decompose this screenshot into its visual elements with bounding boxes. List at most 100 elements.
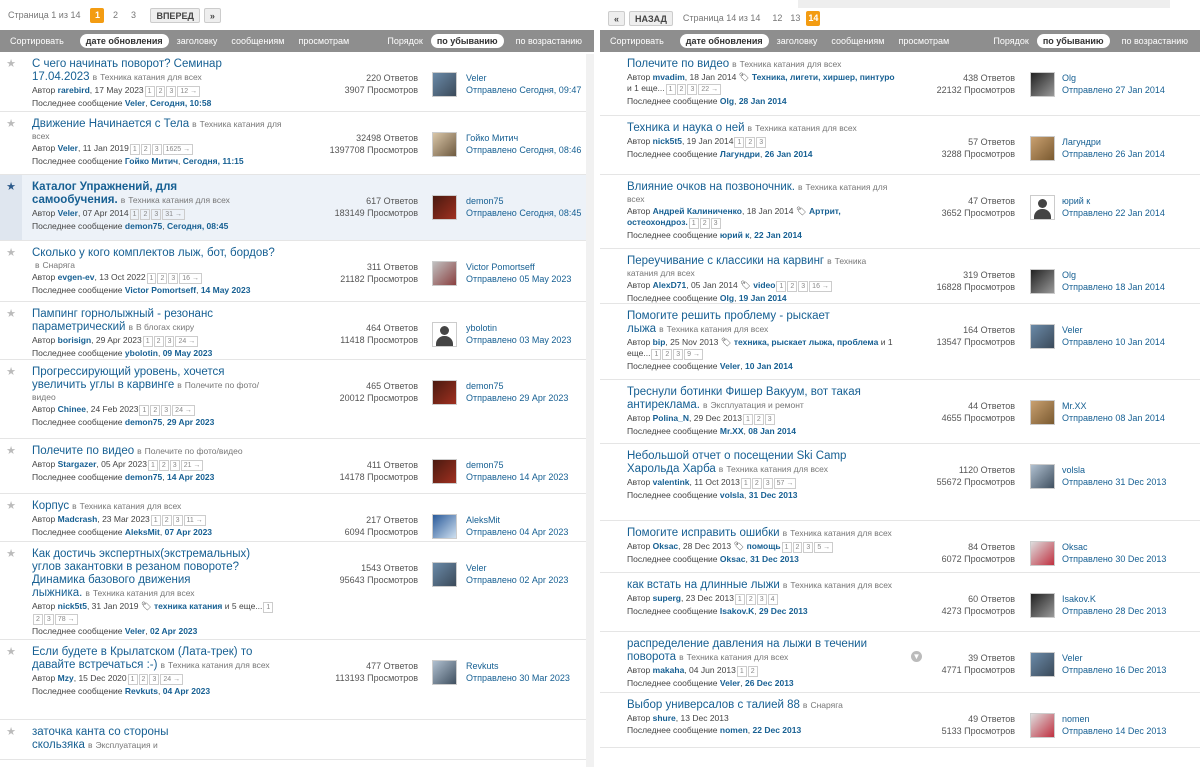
- avatar[interactable]: [432, 562, 457, 587]
- avatar[interactable]: [1030, 593, 1055, 618]
- last-poster-link[interactable]: юрий к: [1062, 196, 1090, 206]
- author-link[interactable]: Veler: [58, 208, 78, 218]
- last-poster-link[interactable]: Olg: [1062, 73, 1076, 83]
- topic-page-link[interactable]: 1: [263, 602, 274, 613]
- last-post-user[interactable]: Olg: [720, 293, 734, 303]
- topic-page-link[interactable]: 2: [747, 666, 758, 677]
- topic-page-link[interactable]: 3: [166, 86, 177, 97]
- topic-page-link[interactable]: 3: [172, 515, 183, 526]
- author-link[interactable]: shure: [653, 713, 676, 723]
- sort-by-views[interactable]: просмотрам: [293, 34, 356, 48]
- sort-by-views[interactable]: просмотрам: [893, 34, 956, 48]
- topic-page-link[interactable]: 3: [161, 405, 172, 416]
- jump-arrow-icon[interactable]: ▼: [911, 651, 922, 662]
- last-post-time[interactable]: 29 Apr 2023: [167, 417, 214, 427]
- star-icon[interactable]: ★: [4, 444, 18, 457]
- topic-title-link[interactable]: Выбор универсалов с талией 88: [627, 699, 800, 711]
- last-post-time[interactable]: 26 Dec 2013: [745, 678, 794, 688]
- topic-title-link[interactable]: Полечите по видео: [32, 445, 134, 457]
- topic-page-link[interactable]: 1: [734, 137, 745, 148]
- topic-page-link[interactable]: 1: [651, 349, 662, 360]
- topic-page-link[interactable]: 2: [787, 281, 798, 292]
- tag-link[interactable]: video: [753, 280, 775, 290]
- author-link[interactable]: Андрей Калиниченко: [653, 206, 742, 216]
- last-post-user[interactable]: Revkuts: [125, 686, 158, 696]
- topic-page-link[interactable]: 2: [676, 84, 687, 95]
- last-post-user[interactable]: Veler: [720, 361, 740, 371]
- first-page-icon[interactable]: «: [608, 10, 626, 26]
- forum-link[interactable]: Снаряга: [43, 260, 75, 270]
- topic-page-link[interactable]: 11 →: [183, 515, 206, 526]
- forum-link[interactable]: Эксплуатация и ремонт: [711, 400, 804, 410]
- last-poster-link[interactable]: Veler: [1062, 653, 1083, 663]
- topic-page-link[interactable]: 24 →: [175, 336, 199, 347]
- topic-page-link[interactable]: 2: [662, 349, 673, 360]
- tags-more[interactable]: и 5 еще...: [225, 601, 263, 611]
- forum-link[interactable]: Техника катания для всех: [80, 501, 182, 511]
- author-link[interactable]: Polina_N: [653, 413, 689, 423]
- last-poster-link[interactable]: Olg: [1062, 270, 1076, 280]
- last-post-sent[interactable]: Отправлено 29 Apr 2023: [466, 392, 568, 404]
- topic-page-link[interactable]: 1: [129, 144, 140, 155]
- topic-title-link[interactable]: Движение Начинается с Тела: [32, 118, 189, 130]
- order-asc[interactable]: по возрастанию: [1116, 34, 1194, 48]
- topic-page-link[interactable]: 24 →: [160, 674, 184, 685]
- last-post-sent[interactable]: Отправлено 30 Dec 2013: [1062, 553, 1166, 565]
- avatar[interactable]: [432, 195, 457, 220]
- topic-page-link[interactable]: 1: [147, 460, 158, 471]
- topic-page-link[interactable]: 2: [161, 515, 172, 526]
- forum-link[interactable]: Эксплуатация и: [95, 740, 157, 750]
- tag-link[interactable]: техника, рыскает лыжа, проблема: [734, 337, 878, 347]
- topic-page-link[interactable]: 2: [138, 674, 149, 685]
- author-link[interactable]: valentink: [653, 477, 690, 487]
- last-post-sent[interactable]: Отправлено 30 Mar 2023: [466, 672, 570, 684]
- forum-link[interactable]: Техника катания для всех: [790, 580, 892, 590]
- last-post-sent[interactable]: Отправлено 28 Dec 2013: [1062, 605, 1166, 617]
- sort-by-updated[interactable]: дате обновления: [679, 34, 769, 48]
- topic-page-link[interactable]: 3: [756, 594, 767, 605]
- last-post-user[interactable]: Veler: [720, 678, 740, 688]
- topic-title-link[interactable]: Сколько у кого комплектов лыж, бот, борд…: [32, 247, 275, 259]
- last-post-sent[interactable]: Отправлено Сегодня, 09:47: [466, 84, 581, 96]
- last-poster-link[interactable]: AleksMit: [466, 515, 500, 525]
- author-link[interactable]: Stargazer: [58, 459, 97, 469]
- topic-page-link[interactable]: 2: [33, 614, 43, 625]
- last-poster-link[interactable]: Oksac: [1062, 542, 1088, 552]
- topic-page-link[interactable]: 1: [127, 674, 138, 685]
- topic-page-link[interactable]: 2: [699, 218, 710, 229]
- scrollbar[interactable]: [586, 54, 594, 767]
- page-link-3[interactable]: 3: [126, 8, 140, 23]
- last-poster-link[interactable]: demon75: [466, 196, 504, 206]
- avatar[interactable]: [1030, 72, 1055, 97]
- topic-page-link[interactable]: 1: [776, 281, 787, 292]
- tags-more[interactable]: и 1 еще...: [627, 83, 665, 93]
- last-poster-link[interactable]: nomen: [1062, 714, 1090, 724]
- last-post-time[interactable]: 04 Apr 2023: [163, 686, 210, 696]
- topic-page-link[interactable]: 3: [149, 674, 160, 685]
- topic-page-link[interactable]: 4: [767, 594, 778, 605]
- topic-page-link[interactable]: 1: [742, 414, 753, 425]
- page-link-12[interactable]: 12: [770, 11, 784, 26]
- last-poster-link[interactable]: Isakov.K: [1062, 594, 1096, 604]
- topic-page-link[interactable]: 3: [687, 84, 698, 95]
- author-link[interactable]: bip: [653, 337, 666, 347]
- last-post-sent[interactable]: Отправлено 14 Dec 2013: [1062, 725, 1166, 737]
- author-link[interactable]: Oksac: [653, 541, 679, 551]
- author-link[interactable]: superg: [653, 593, 681, 603]
- order-asc[interactable]: по возрастанию: [510, 34, 588, 48]
- sort-by-title[interactable]: заголовку: [171, 34, 224, 48]
- avatar[interactable]: [432, 459, 457, 484]
- topic-page-link[interactable]: 3: [164, 336, 175, 347]
- last-post-time[interactable]: 02 Apr 2023: [150, 626, 197, 636]
- page-link-13[interactable]: 13: [788, 11, 802, 26]
- topic-page-link[interactable]: 3: [168, 273, 179, 284]
- star-icon[interactable]: ★: [4, 499, 18, 512]
- last-post-user[interactable]: Olg: [720, 96, 734, 106]
- avatar[interactable]: [432, 261, 457, 286]
- topic-page-link[interactable]: 2: [158, 460, 169, 471]
- author-link[interactable]: mvadim: [653, 72, 685, 82]
- last-poster-link[interactable]: volsla: [1062, 465, 1085, 475]
- last-post-time[interactable]: Сегодня, 08:45: [167, 221, 228, 231]
- topic-page-link[interactable]: 1: [688, 218, 699, 229]
- last-poster-link[interactable]: Victor Pomortseff: [466, 262, 535, 272]
